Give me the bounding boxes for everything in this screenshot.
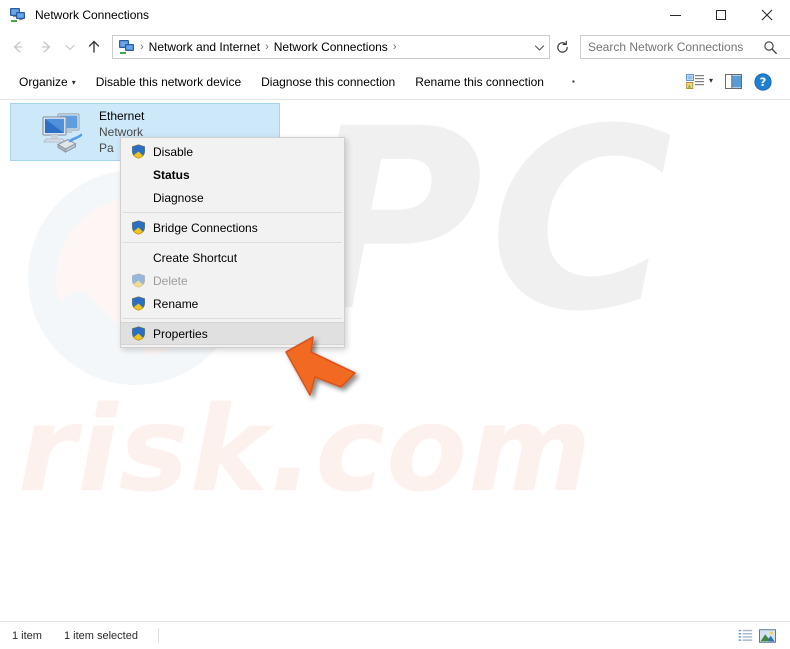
shield-icon xyxy=(123,144,153,159)
chevron-down-icon: ▾ xyxy=(708,76,713,85)
context-menu-item-disable[interactable]: Disable xyxy=(121,140,344,163)
refresh-button[interactable] xyxy=(550,35,574,59)
ethernet-adapter-icon xyxy=(37,108,85,156)
diagnose-connection-button[interactable]: Diagnose this connection xyxy=(251,68,405,96)
context-menu-item-create-shortcut[interactable]: Create Shortcut xyxy=(121,246,344,269)
context-menu-item-delete: Delete xyxy=(121,269,344,292)
list-item-name: Ethernet xyxy=(99,109,145,123)
context-menu-label: Diagnose xyxy=(153,190,204,205)
search-box[interactable] xyxy=(580,35,790,59)
refresh-icon xyxy=(556,40,568,53)
large-icons-view-button[interactable] xyxy=(756,625,778,647)
close-button[interactable] xyxy=(744,0,790,30)
shield-icon xyxy=(123,326,153,341)
change-view-icon xyxy=(686,74,704,89)
shield-icon xyxy=(123,220,153,235)
help-button[interactable]: ? xyxy=(748,68,778,96)
context-menu: Disable Status Diagnose Bridge Connectio… xyxy=(120,137,345,348)
chevron-down-icon xyxy=(534,44,544,51)
context-menu-separator xyxy=(123,212,342,213)
disable-network-device-button[interactable]: Disable this network device xyxy=(86,68,251,96)
title-bar: Network Connections xyxy=(0,0,790,30)
details-view-icon xyxy=(738,629,752,641)
window-controls xyxy=(652,0,790,30)
help-icon: ? xyxy=(754,72,772,91)
context-menu-separator xyxy=(123,242,342,243)
details-view-button[interactable] xyxy=(734,625,756,647)
context-menu-label: Delete xyxy=(153,273,188,288)
organize-button[interactable]: Organize ▾ xyxy=(9,68,86,96)
large-icons-view-icon xyxy=(758,628,776,643)
minimize-button[interactable] xyxy=(652,0,698,30)
network-icon xyxy=(119,39,135,55)
rename-connection-button[interactable]: Rename this connection xyxy=(405,68,554,96)
breadcrumb[interactable]: › Network and Internet › Network Connect… xyxy=(112,35,550,59)
context-menu-label: Status xyxy=(153,167,190,182)
context-menu-label: Create Shortcut xyxy=(153,250,238,265)
context-menu-item-diagnose[interactable]: Diagnose xyxy=(121,186,344,209)
arrow-left-icon xyxy=(13,41,23,53)
command-bar: Organize ▾ Disable this network device Di… xyxy=(0,64,790,100)
minimize-icon xyxy=(669,14,681,16)
search-icon[interactable] xyxy=(758,40,782,55)
breadcrumb-separator-2: › xyxy=(392,41,397,53)
shield-icon xyxy=(123,273,153,288)
window-title: Network Connections xyxy=(35,8,150,22)
item-count-label: 1 item xyxy=(12,629,42,642)
change-view-button[interactable]: ▾ xyxy=(680,68,719,95)
breadcrumb-separator-1: › xyxy=(265,41,269,53)
svg-text:?: ? xyxy=(760,75,767,89)
up-button[interactable] xyxy=(80,33,108,61)
maximize-icon xyxy=(716,10,726,20)
context-menu-item-status[interactable]: Status xyxy=(121,163,344,186)
chevron-down-icon: ▾ xyxy=(71,77,76,87)
arrow-right-icon xyxy=(41,41,51,53)
selection-label: 1 item selected xyxy=(63,629,138,642)
organize-label: Organize xyxy=(19,74,68,89)
breadcrumb-separator-0: › xyxy=(140,41,144,53)
context-menu-item-bridge-connections[interactable]: Bridge Connections xyxy=(121,216,344,239)
context-menu-item-rename[interactable]: Rename xyxy=(121,292,344,315)
breadcrumb-dropdown-button[interactable] xyxy=(529,41,549,54)
context-menu-label: Rename xyxy=(153,296,199,311)
arrow-up-icon xyxy=(88,40,100,53)
command-overflow-button[interactable]: ▪ xyxy=(564,71,583,92)
back-button[interactable] xyxy=(4,33,32,61)
context-menu-item-properties[interactable]: Properties xyxy=(121,322,344,345)
context-menu-label: Disable xyxy=(153,144,194,159)
context-menu-separator xyxy=(123,318,342,319)
recent-locations-button[interactable] xyxy=(60,33,80,61)
close-icon xyxy=(761,9,773,21)
preview-pane-button[interactable] xyxy=(719,69,748,94)
context-menu-label: Bridge Connections xyxy=(153,220,258,235)
chevron-down-icon xyxy=(65,44,75,51)
forward-button[interactable] xyxy=(32,33,60,61)
shield-icon xyxy=(123,296,153,311)
maximize-button[interactable] xyxy=(698,0,744,30)
status-bar: 1 item 1 item selected xyxy=(0,621,790,649)
content-area: Ethernet Network Pa xyxy=(0,100,790,621)
search-input[interactable] xyxy=(588,40,758,54)
context-menu-label: Properties xyxy=(153,326,208,341)
status-divider xyxy=(157,628,159,643)
breadcrumb-item-network-connections[interactable]: Network Connections xyxy=(274,40,388,54)
breadcrumb-item-network-and-internet[interactable]: Network and Internet xyxy=(149,40,260,54)
preview-pane-icon xyxy=(725,74,742,89)
address-bar: › Network and Internet › Network Connect… xyxy=(0,30,790,64)
network-connections-icon xyxy=(10,7,26,23)
